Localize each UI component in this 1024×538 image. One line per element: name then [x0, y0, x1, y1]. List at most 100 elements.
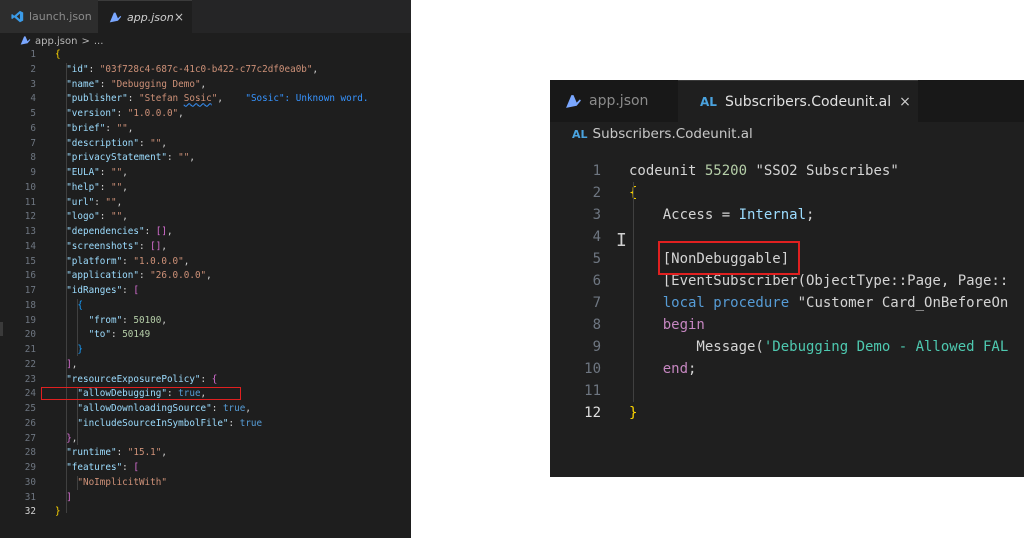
code-token: "" [110, 167, 123, 178]
line-number: 28 [24, 447, 36, 459]
code-token: "" [105, 196, 117, 208]
code-line[interactable]: Access = Internal; [629, 204, 815, 226]
code-token: local procedure [662, 295, 790, 311]
line-number: 21 [24, 344, 36, 355]
code-line[interactable]: { [55, 48, 61, 63]
code-line[interactable]: "resourceExposurePolicy": { [55, 373, 217, 388]
code-line[interactable]: end; [629, 358, 697, 380]
code-line[interactable]: codeunit 55200 "SSO2 Subscribes" [629, 160, 899, 182]
line-number: 8 [30, 152, 36, 164]
line-number: 9 [30, 167, 36, 178]
line-number: 9 [592, 339, 601, 355]
code-line[interactable]: } [55, 343, 83, 358]
line-number: 15 [24, 255, 36, 267]
al-file-icon [108, 10, 122, 24]
code-token: "dependencies" [55, 226, 145, 237]
code-line[interactable]: ] [55, 491, 72, 506]
code-line[interactable]: "platform": "1.0.0.0", [55, 255, 189, 270]
tab-launch-json[interactable]: launch.json [0, 0, 98, 33]
code-token: "" [116, 122, 128, 134]
breadcrumb: AL Subscribers.Codeunit.al [550, 122, 1024, 146]
tab-app-json[interactable]: app.json × [98, 0, 192, 33]
code-token: begin [662, 317, 705, 333]
code-line[interactable]: "dependencies": [], [55, 225, 172, 240]
code-line[interactable]: "id": "03f728c4-687c-41c0-b422-c77c2df0e… [55, 63, 318, 78]
code-token: Access = [629, 207, 739, 223]
line-number: 3 [592, 207, 601, 223]
code-token: "privacyStatement" [55, 152, 167, 164]
code-token: [] [150, 240, 162, 252]
code-line[interactable]: "screenshots": [], [55, 240, 167, 255]
code-token: , [312, 63, 319, 75]
breadcrumb-rest[interactable]: ... [94, 36, 104, 47]
highlight-box [658, 241, 800, 275]
code-token: : [166, 152, 179, 164]
close-icon[interactable]: × [174, 10, 184, 24]
line-number: 10 [24, 181, 36, 193]
line-number: 26 [24, 417, 36, 429]
code-token: { [211, 373, 218, 385]
close-icon[interactable]: × [899, 94, 911, 110]
line-number: 32 [24, 506, 36, 518]
code-line[interactable]: "allowDownloadingSource": true, [55, 402, 251, 417]
code-line[interactable]: "runtime": "15.1", [55, 446, 167, 461]
code-token: "resourceExposurePolicy" [55, 373, 201, 385]
line-number: 8 [592, 317, 601, 333]
code-token: [EventSubscriber(ObjectType::Page, Page:… [629, 273, 1009, 289]
code-line[interactable]: "from": 50100, [55, 314, 167, 329]
breadcrumb-separator: > [81, 35, 90, 47]
code-token: : [122, 462, 134, 473]
code-line[interactable]: "version": "1.0.0.0", [55, 107, 184, 122]
code-line[interactable]: "name": "Debugging Demo", [55, 78, 206, 93]
tab-subscribers-codeunit[interactable]: AL Subscribers.Codeunit.al × [678, 80, 918, 122]
code-line[interactable]: Message('Debugging Demo - Allowed FAL [629, 336, 1008, 358]
line-number: 29 [24, 462, 36, 473]
code-token: "Customer Card_OnBeforeOn [789, 295, 1009, 311]
line-number: 4 [30, 93, 36, 105]
code-line[interactable]: { [55, 299, 83, 314]
indent-guide [633, 182, 634, 402]
code-line[interactable]: "NoImplicitWith" [55, 476, 167, 491]
breadcrumb-file[interactable]: app.json [35, 36, 77, 47]
line-number: 7 [592, 295, 601, 311]
code-token: "id" [55, 63, 89, 75]
code-token: , [71, 358, 78, 370]
tab-label: app.json [589, 93, 649, 109]
code-line[interactable]: local procedure "Customer Card_OnBeforeO… [629, 292, 1009, 314]
code-line[interactable]: "description": "", [55, 137, 167, 152]
code-token: "" [110, 211, 123, 223]
line-number: 11 [24, 196, 36, 208]
code-token: 'Debugging Demo - Allowed FAL [763, 339, 1009, 355]
code-token: Internal [738, 207, 807, 223]
code-token: ; [688, 361, 697, 377]
breadcrumb-file[interactable]: Subscribers.Codeunit.al [593, 126, 753, 142]
code-token: "includeSourceInSymbolFile" [55, 417, 229, 429]
code-token: : [99, 211, 111, 223]
code-line[interactable]: } [629, 402, 637, 424]
code-token: "1.0.0.0" [133, 255, 184, 267]
code-token: : [144, 226, 156, 237]
code-line[interactable]: begin [629, 314, 705, 336]
code-token: "screenshots" [55, 240, 139, 252]
code-line[interactable]: } [55, 505, 61, 520]
code-line[interactable]: "features": [ [55, 461, 139, 476]
code-line[interactable]: "privacyStatement": "", [55, 151, 195, 166]
line-number: 5 [30, 108, 36, 119]
code-line[interactable]: "includeSourceInSymbolFile": true [55, 417, 262, 432]
code-line[interactable]: "publisher": "Stefan Sosic", "Sosic": Un… [55, 92, 369, 107]
tab-app-json[interactable]: app.json [550, 80, 678, 122]
code-token: "Sosic": Unknown word. [222, 93, 369, 105]
code-line[interactable]: "to": 50149 [55, 328, 151, 343]
code-token: : [116, 108, 128, 119]
line-number: 6 [592, 273, 601, 289]
left-editor: launch.json app.json × app.json > ... 12… [0, 0, 411, 538]
code-token: { [55, 49, 61, 60]
indent-guide [66, 63, 67, 513]
code-line[interactable]: "application": "26.0.0.0", [55, 269, 212, 284]
code-token: , [206, 270, 212, 282]
code-line[interactable]: "idRanges": [ [55, 284, 139, 299]
code-token: codeunit [629, 163, 705, 179]
code-token: "Debugging Demo" [110, 78, 201, 90]
line-number: 13 [24, 226, 36, 237]
code-token: , [116, 196, 123, 208]
